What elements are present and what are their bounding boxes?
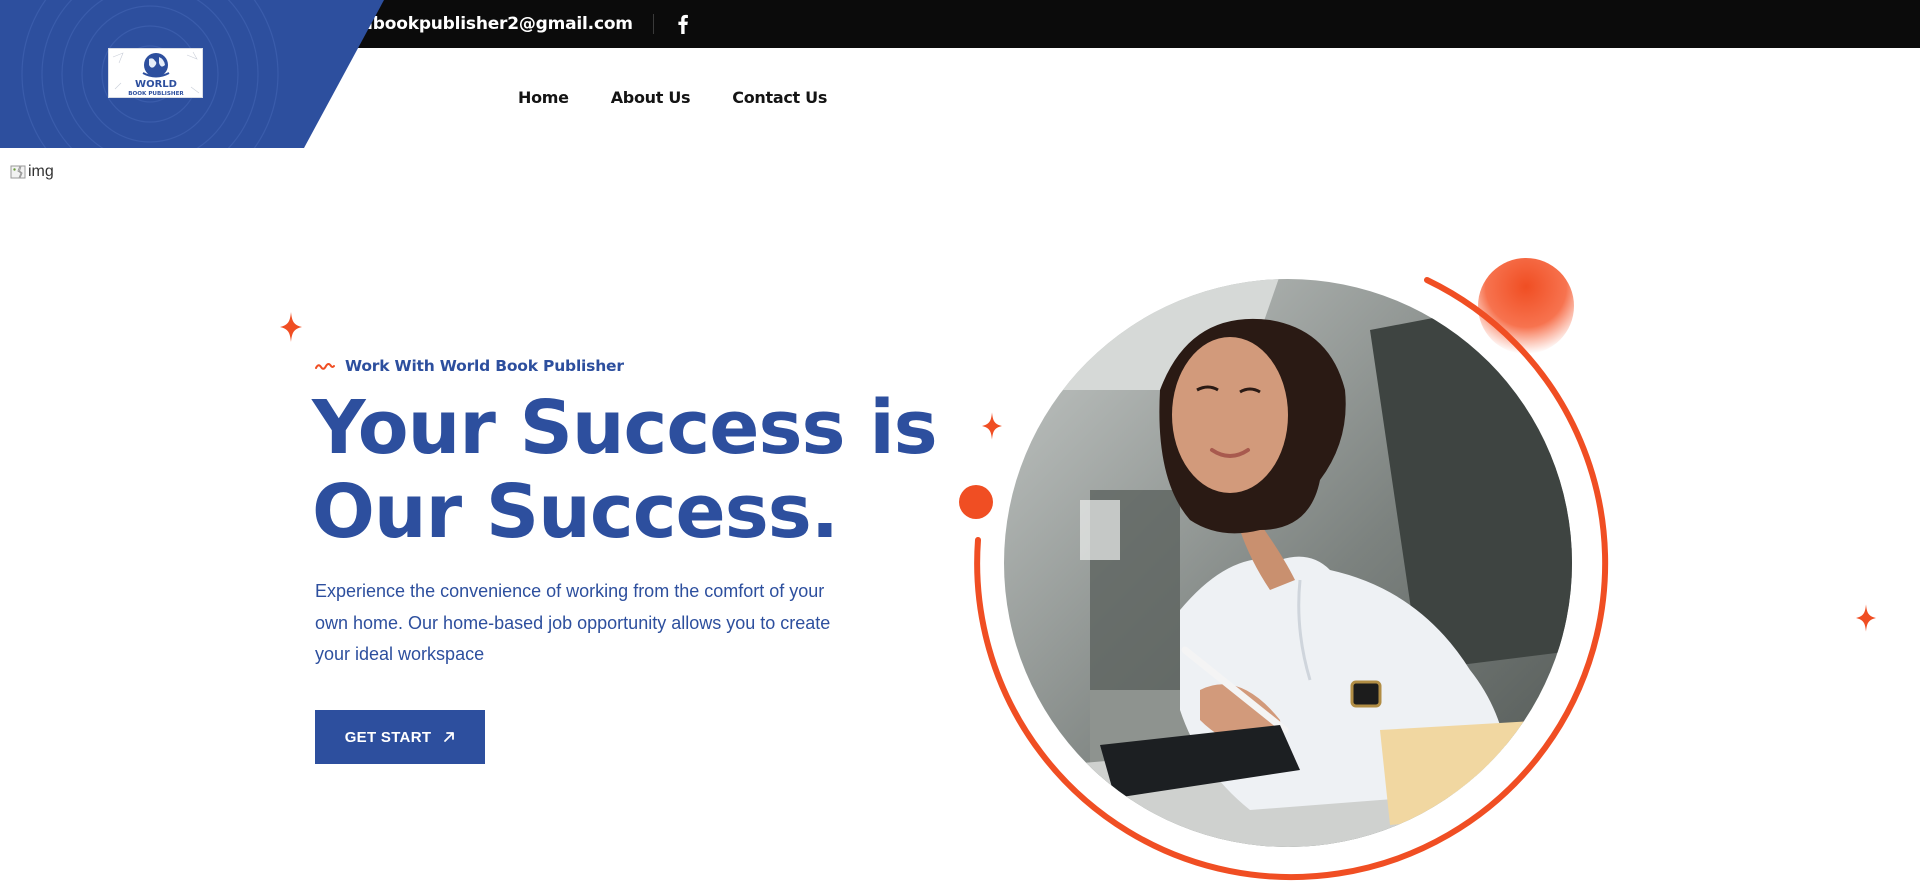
- nav-item-about-us[interactable]: About Us: [611, 84, 691, 112]
- nav-item-contact-us[interactable]: Contact Us: [732, 84, 827, 112]
- hero-description: Experience the convenience of working fr…: [315, 581, 831, 664]
- get-start-label: GET START: [344, 728, 432, 746]
- decor-dot: [959, 485, 993, 519]
- logo-text-world: WORLD: [135, 79, 177, 90]
- logo-panel: WORLD BOOK PUBLISHER: [0, 0, 384, 148]
- topbar-divider: [653, 14, 654, 34]
- get-start-button[interactable]: GET START: [315, 710, 485, 764]
- broken-image-icon: [10, 165, 26, 179]
- broken-image-alt: img: [28, 163, 54, 180]
- hero-headline-line-2: Our Success.: [312, 469, 839, 555]
- decor-ball: [1478, 258, 1574, 354]
- sparkle-icon: [1856, 604, 1876, 632]
- sparkle-icon: [280, 312, 302, 342]
- main-nav: Home About Us Contact Us: [518, 84, 827, 112]
- site-logo[interactable]: WORLD BOOK PUBLISHER: [108, 48, 203, 98]
- hero-image: [959, 258, 1609, 881]
- hero-headline-line-1: Your Success is: [312, 385, 938, 471]
- portrait-photo: [1004, 279, 1572, 847]
- wave-icon: [315, 363, 335, 370]
- arrow-up-right-icon: [444, 732, 455, 742]
- hero-subtitle: Work With World Book Publisher: [315, 354, 624, 378]
- nav-item-home[interactable]: Home: [518, 84, 569, 112]
- facebook-icon[interactable]: [675, 14, 691, 34]
- hero-subtitle-text: Work With World Book Publisher: [345, 357, 624, 375]
- contact-email[interactable]: rldbookpublisher2@gmail.com: [347, 0, 633, 48]
- hero-headline: Your Success is Our Success.: [312, 386, 952, 554]
- logo-text-publisher: BOOK PUBLISHER: [128, 91, 184, 97]
- broken-image: img: [10, 162, 54, 182]
